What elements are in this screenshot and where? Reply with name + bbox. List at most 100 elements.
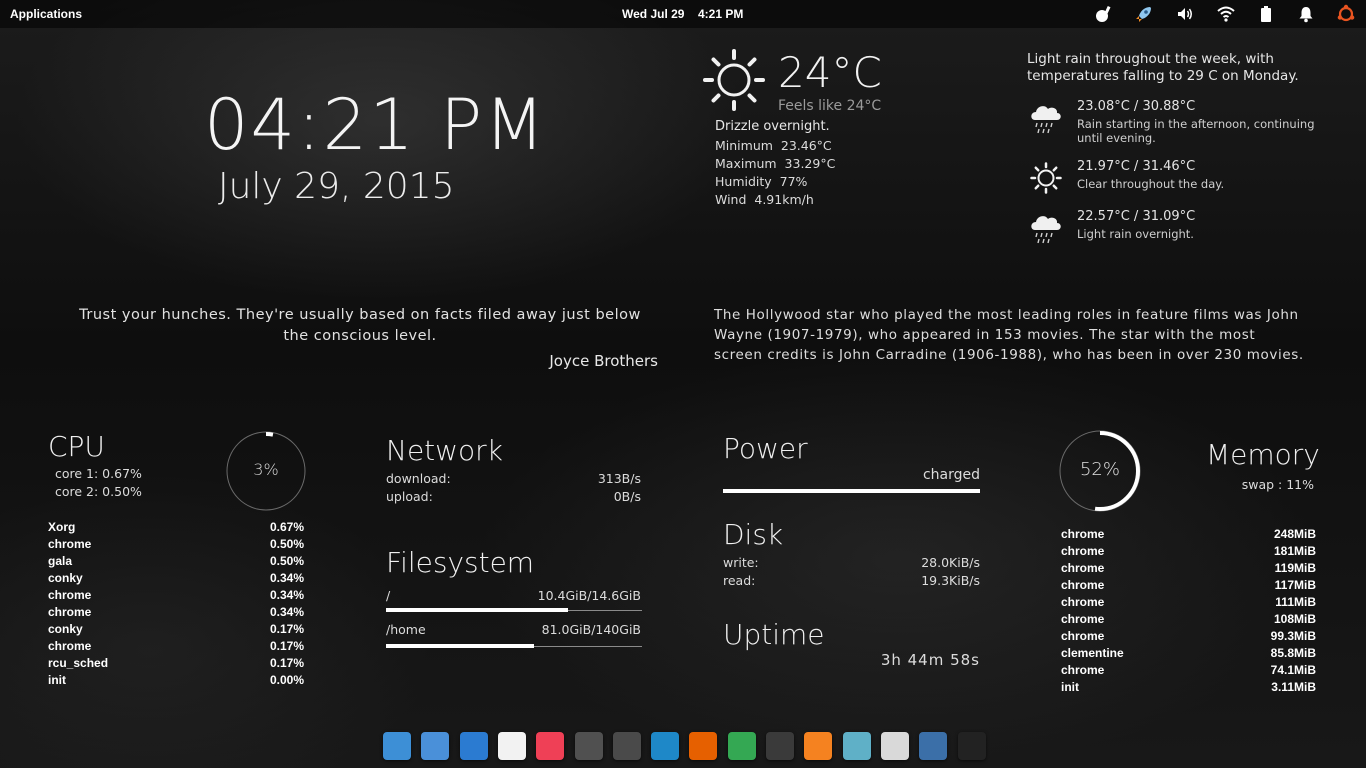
- cpu-core-1: core 1: 0.67%: [55, 466, 142, 481]
- cpu-process-name: chrome: [48, 639, 92, 653]
- volume-icon[interactable]: [1175, 4, 1195, 24]
- sublime-text-icon[interactable]: [613, 732, 641, 760]
- ubuntu-icon[interactable]: [1336, 4, 1356, 24]
- rain-cloud-icon: [1031, 106, 1061, 134]
- forecast-3-desc: Light rain overnight.: [1077, 227, 1194, 241]
- memory-process-name: init: [1061, 680, 1079, 694]
- power-bar-fill: [723, 489, 980, 493]
- memory-process-name: chrome: [1061, 629, 1105, 643]
- applications-menu[interactable]: Applications: [10, 7, 82, 21]
- cpu-process-value: 0.67%: [269, 520, 304, 534]
- forecast-2-temps: 21.97°C / 31.46°C: [1077, 159, 1196, 174]
- panel-date[interactable]: Wed Jul 29: [622, 7, 684, 21]
- memory-process-value: 3.11MiB: [1271, 680, 1316, 694]
- rain-cloud-icon: [1031, 216, 1061, 244]
- cpu-process-name: chrome: [48, 588, 92, 602]
- weather-maximum: Maximum 33.29°C: [715, 156, 835, 171]
- weather-minimum: Minimum 23.46°C: [715, 138, 832, 153]
- disk-write-label: write:: [723, 555, 759, 570]
- books-icon[interactable]: [766, 732, 794, 760]
- feels-like: Feels like 24°C: [778, 98, 882, 114]
- forecast-1-desc: Rain starting in the afternoon, continui…: [1077, 117, 1315, 145]
- cpu-process-name: init: [48, 673, 66, 687]
- cpu-process-name: rcu_sched: [48, 656, 109, 670]
- cpu-process-value: 0.17%: [269, 639, 304, 653]
- cpu-process-value: 0.34%: [269, 588, 304, 602]
- files-icon[interactable]: [421, 732, 449, 760]
- fs-root-bar-fill: [386, 608, 568, 612]
- firefox-icon[interactable]: [689, 732, 717, 760]
- cpu-process-value: 0.17%: [269, 622, 304, 636]
- cpu-title: CPU: [48, 430, 105, 463]
- disk-read-label: read:: [723, 573, 756, 588]
- memory-process-name: chrome: [1061, 544, 1105, 558]
- uptime-title: Uptime: [723, 618, 825, 651]
- power-status: charged: [922, 467, 980, 483]
- maximum-label: Maximum: [715, 156, 777, 171]
- weather-humidity: Humidity 77%: [715, 174, 807, 189]
- pocket-icon[interactable]: [536, 732, 564, 760]
- memory-process-name: chrome: [1061, 612, 1105, 626]
- download-value: 313B/s: [597, 471, 641, 486]
- downloader-icon[interactable]: [651, 732, 679, 760]
- forecast-2-desc: Clear throughout the day.: [1077, 177, 1225, 191]
- multitasking-view-icon[interactable]: [383, 732, 411, 760]
- quote-author: Joyce Brothers: [549, 352, 658, 370]
- memory-process-value: 248MiB: [1273, 527, 1316, 541]
- cpu-process-name: Xorg: [48, 520, 76, 534]
- terminal-icon[interactable]: [958, 732, 986, 760]
- forecast-1-temps: 23.08°C / 30.88°C: [1077, 99, 1196, 114]
- disk-read-value: 19.3KiB/s: [921, 573, 980, 588]
- cleaner-icon[interactable]: [1094, 4, 1114, 24]
- notification-bell-icon[interactable]: [1296, 4, 1316, 24]
- filesystem-title: Filesystem: [386, 546, 535, 579]
- minimum-label: Minimum: [715, 138, 773, 153]
- cpu-process-name: conky: [48, 571, 83, 585]
- humidity-value: 77%: [779, 174, 808, 189]
- settings-icon[interactable]: [460, 732, 488, 760]
- writer-icon[interactable]: [575, 732, 603, 760]
- fs-home-bar-fill: [386, 644, 534, 648]
- disk-write-value: 28.0KiB/s: [921, 555, 980, 570]
- cpu-process-value: 0.17%: [269, 656, 304, 670]
- cpu-process-value: 0.50%: [269, 554, 304, 568]
- memory-process-value: 117MiB: [1274, 578, 1316, 592]
- atom-icon[interactable]: [843, 732, 871, 760]
- weather-wind: Wind 4.91km/h: [715, 192, 814, 207]
- app-grid-icon[interactable]: [498, 732, 526, 760]
- wind-value: 4.91km/h: [754, 192, 814, 207]
- memory-process-value: 119MiB: [1274, 561, 1316, 575]
- memory-usage-label: 52%: [1079, 459, 1120, 480]
- cpu-core-2: core 2: 0.50%: [55, 484, 142, 499]
- rocket-icon[interactable]: [1134, 4, 1154, 24]
- cpu-process-value: 0.34%: [269, 605, 304, 619]
- tasks-icon[interactable]: [919, 732, 947, 760]
- uptime-value: 3h 44m 58s: [880, 651, 980, 669]
- memory-process-value: 111MiB: [1275, 595, 1316, 609]
- upload-value: 0B/s: [613, 489, 641, 504]
- cpu-process-value: 0.00%: [269, 673, 304, 687]
- chrome-icon[interactable]: [728, 732, 756, 760]
- network-title: Network: [386, 434, 503, 467]
- disk-title: Disk: [723, 518, 784, 551]
- wifi-icon[interactable]: [1216, 4, 1236, 24]
- cpu-process-name: gala: [48, 554, 73, 568]
- minimum-value: 23.46°C: [780, 138, 832, 153]
- battery-icon[interactable]: [1256, 4, 1276, 24]
- memory-process-name: clementine: [1061, 646, 1124, 660]
- download-label: download:: [386, 471, 451, 486]
- mail-icon[interactable]: [881, 732, 909, 760]
- upload-label: upload:: [386, 489, 433, 504]
- panel-time[interactable]: 4:21 PM: [698, 7, 743, 21]
- fs-home-usage: 81.0GiB/140GiB: [541, 622, 641, 637]
- forecast-3-temps: 22.57°C / 31.09°C: [1077, 209, 1196, 224]
- fs-root-usage: 10.4GiB/14.6GiB: [537, 588, 641, 603]
- memory-process-name: chrome: [1061, 595, 1105, 609]
- memory-process-value: 74.1MiB: [1270, 663, 1316, 677]
- current-temperature: 24°C: [778, 48, 882, 97]
- sun-icon: [1030, 162, 1062, 194]
- power-title: Power: [723, 432, 808, 465]
- memory-process-name: chrome: [1061, 663, 1105, 677]
- cpu-process-name: chrome: [48, 537, 92, 551]
- clementine-icon[interactable]: [804, 732, 832, 760]
